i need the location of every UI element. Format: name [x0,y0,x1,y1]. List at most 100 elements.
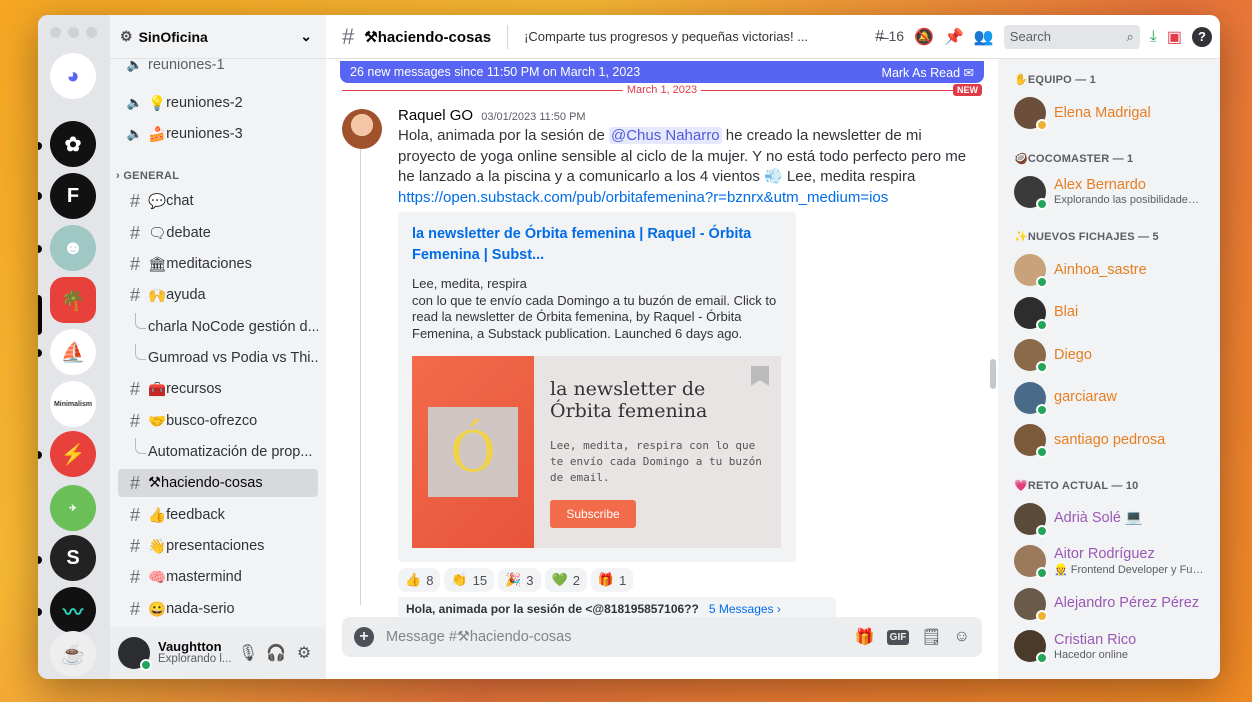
channel-item[interactable]: # ⚒ haciendo-cosas [118,469,318,497]
channel-item[interactable]: # 👋 presentaciones [118,532,318,560]
member-item[interactable]: Alex Bernardo Explorando las posibilidade… [1014,172,1212,212]
hash-icon: # [129,222,140,243]
server-icon-10[interactable]: 〰 [50,587,96,633]
channel-item[interactable]: Automatización de prop... [118,438,318,466]
channel-item[interactable]: # 💬 chat [118,187,318,215]
voice-channel-reuniones-3[interactable]: 🔈 🍰 reuniones-3 [118,120,318,148]
member-list: ✋EQUIPO — 1 Elena Madrigal 🥥COCOMASTER — 1… [998,59,1220,679]
embed-title[interactable]: la newsletter de Órbita femenina | Raque… [412,224,782,266]
voice-channel-reuniones-2[interactable]: 🔈 💡 reuniones-2 [118,89,318,117]
channel-topic[interactable]: ¡Comparte tus progresos y pequeñas victo… [524,29,865,44]
avatar [1014,587,1048,622]
channel-item[interactable]: charla NoCode gestión d... [118,313,318,341]
member-name: Alex Bernardo [1054,177,1146,193]
server-icon-5[interactable]: ⛵ [50,329,96,375]
help-icon[interactable]: ? [1192,26,1212,47]
reaction-button[interactable]: 🎁 1 [590,568,634,592]
channel-item[interactable]: # 🧰 recursos [118,375,318,403]
message-input[interactable]: Message #⚒haciendo-cosas [386,629,843,645]
member-item[interactable]: Alejandro Pérez Pérez [1014,584,1212,624]
microphone-icon[interactable]: 🎙 [234,643,262,663]
server-icon-6[interactable]: Minimalism [50,381,96,427]
thread-preview[interactable]: Hola, animada por la sesión de <@8181958… [398,597,836,619]
member-item[interactable]: Aitor Rodríguez 👷 Frontend Developer y Fu… [1014,541,1212,581]
server-header[interactable]: ⚙ SinOficina ⌄ [110,15,326,59]
member-list-icon[interactable]: 👥 [974,27,994,47]
speaker-icon: 🔈 [126,126,144,141]
reaction-button[interactable]: 👍 8 [398,568,441,592]
member-name: Adrià Solé 💻 [1054,510,1143,526]
channel-title: ⚒haciendo-cosas [364,28,492,46]
discord-home-icon[interactable]: ◕ [50,53,96,99]
channel-item[interactable]: # 🧠 mastermind [118,563,318,591]
sticker-icon[interactable]: 🗒 [921,627,941,647]
member-item[interactable]: Ainhoa_sastre [1014,250,1212,290]
member-item[interactable]: Diego [1014,335,1212,375]
mark-as-read-button[interactable]: Mark As Read ✉ [882,65,974,80]
user-mention[interactable]: @Chus Naharro [608,127,722,144]
member-name: garciaraw [1054,389,1117,405]
download-icon[interactable]: ⤓ [1150,28,1157,46]
gift-icon[interactable]: 🎁 [855,627,875,647]
member-group-header: 💗RETO ACTUAL — 10 [1014,479,1139,492]
member-group-header: ✨NUEVOS FICHAJES — 5 [1014,231,1159,243]
reaction-button[interactable]: 🎉 3 [498,568,541,592]
member-item[interactable]: Cristian Rico Hacedor online [1014,626,1212,666]
channel-item[interactable]: # 👍 feedback [118,501,318,529]
channel-label: charla NoCode gestión d... [148,319,318,335]
channel-header: # ⚒haciendo-cosas ¡Comparte tus progreso… [326,15,1220,59]
search-input[interactable]: Search ⌕ [1003,24,1140,49]
reaction-button[interactable]: 💚 2 [544,568,587,592]
server-icon-3[interactable]: ☻ [50,225,96,271]
emoji-icon[interactable]: ☺ [954,628,970,646]
new-messages-bar[interactable]: 26 new messages since 11:50 PM on March … [340,61,984,83]
voice-channel-reuniones-1[interactable]: 🔈 reuniones-1 [118,59,318,79]
channel-item[interactable]: # 🤝 busco-ofrezco [118,407,318,435]
member-item[interactable]: Elena Madrigal [1014,93,1212,133]
category-general[interactable]: › GENERAL [116,170,179,182]
server-icon-11[interactable]: ☕ [50,631,96,677]
message-composer[interactable]: + Message #⚒haciendo-cosas 🎁 GIF 🗒 ☺ [342,617,982,657]
hash-icon: # [129,566,140,587]
pin-icon[interactable]: 📌 [944,27,964,47]
avatar[interactable] [342,109,382,149]
member-item[interactable]: Blai [1014,293,1212,333]
server-icon-7[interactable]: ⚡ [50,431,96,477]
settings-gear-icon[interactable]: ⚙ [290,643,318,663]
gif-button[interactable]: GIF [886,629,910,645]
channel-item[interactable]: # 🏛 meditaciones [118,250,318,278]
channel-item[interactable]: # 🙌 ayuda [118,281,318,309]
message-author[interactable]: Raquel GO [398,107,473,124]
window-controls[interactable] [50,27,97,38]
message-link[interactable]: https://open.substack.com/pub/orbitafeme… [398,189,888,206]
member-name: Elena Madrigal [1054,104,1151,121]
add-attachment-button[interactable]: + [354,627,374,647]
user-panel: Vaughtton Explorando l... 🎙 🎧 ⚙ [110,627,326,679]
server-icon-9[interactable]: S [50,535,96,581]
reaction-button[interactable]: 👏 15 [444,568,495,592]
channel-label: meditaciones [166,256,252,272]
server-icon-sinoficina[interactable]: 🌴 [50,277,96,323]
channel-item[interactable]: # 🗨 debate [118,219,318,247]
username: Vaughtton [158,639,222,654]
scrollbar[interactable] [990,359,996,389]
inbox-icon[interactable]: ▣ [1167,27,1182,47]
threads-icon[interactable]: #̶ 16 [875,28,904,46]
server-icon-framer[interactable]: F [50,173,96,219]
mute-bell-icon[interactable]: 🔕 [914,27,934,47]
member-item[interactable]: santiago pedrosa [1014,420,1212,460]
channel-item[interactable]: Gumroad vs Podia vs Thi... [118,344,318,372]
server-icon-1[interactable]: ✿ [50,121,96,167]
channel-item[interactable]: # 😀 nada-serio [118,595,318,623]
main-panel: # ⚒haciendo-cosas ¡Comparte tus progreso… [326,15,1220,679]
member-item[interactable]: garciaraw [1014,378,1212,418]
server-icon-8[interactable]: ✈ [50,485,96,531]
embed-image[interactable]: Ó la newsletter de Órbita femenina Lee, … [412,356,781,548]
avatar[interactable] [118,637,152,671]
member-item[interactable]: Adrià Solé 💻 [1014,499,1212,539]
speaker-icon: 🔈 [126,95,144,110]
member-group-header: 🥥COCOMASTER — 1 [1014,152,1134,165]
headphones-icon[interactable]: 🎧 [262,643,290,663]
channel-label: ayuda [166,287,206,303]
subscribe-button: Subscribe [550,500,636,528]
